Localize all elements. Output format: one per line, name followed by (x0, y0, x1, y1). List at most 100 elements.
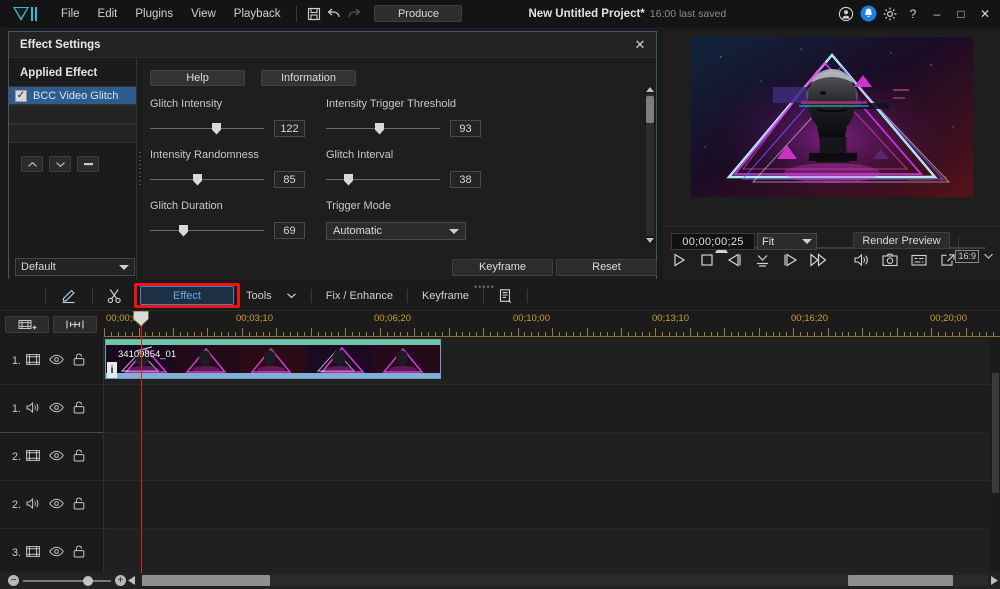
slider-knob[interactable] (212, 123, 221, 135)
fast-forward-icon[interactable] (810, 252, 827, 268)
marker-set-icon[interactable] (53, 316, 97, 333)
track-header-audio-1[interactable]: 1. (0, 385, 103, 433)
zoom-slider[interactable] (23, 580, 111, 582)
scroll-up-arrow-icon[interactable] (645, 85, 655, 94)
menu-file[interactable]: File (52, 4, 89, 24)
eye-icon[interactable] (49, 546, 64, 560)
stop-icon[interactable] (698, 252, 715, 268)
keyframe-button[interactable]: Keyframe (452, 259, 553, 276)
track-lane-video-2[interactable] (104, 433, 1000, 481)
next-frame-icon[interactable] (782, 252, 799, 268)
parameters-scrollbar[interactable] (645, 85, 655, 245)
track-header-audio-2[interactable]: 2. (0, 481, 103, 529)
render-preview-button[interactable]: Render Preview (853, 232, 950, 249)
eye-icon[interactable] (49, 354, 64, 368)
zoom-in-icon[interactable]: + (115, 575, 126, 586)
unlock-icon[interactable] (73, 497, 85, 513)
parameter-slider[interactable] (326, 124, 440, 134)
volume-icon[interactable] (852, 252, 869, 268)
parameter-slider[interactable] (150, 124, 264, 134)
eye-icon[interactable] (49, 450, 64, 464)
account-person-icon[interactable] (836, 4, 856, 24)
export-open-icon[interactable] (939, 252, 956, 268)
zoom-slider-knob[interactable] (83, 576, 93, 586)
scroll-down-arrow-icon[interactable] (645, 236, 655, 245)
track-header-video-3[interactable]: 3. (0, 529, 103, 577)
previous-frame-icon[interactable] (726, 252, 743, 268)
slider-knob[interactable] (179, 225, 188, 237)
pen-draw-icon[interactable] (54, 288, 84, 304)
zoom-out-icon[interactable]: − (8, 575, 19, 586)
preset-select[interactable]: Default (15, 258, 135, 276)
slider-knob[interactable] (344, 174, 353, 186)
maximize-icon[interactable]: □ (950, 0, 972, 27)
effect-enabled-checkbox[interactable]: ✓ (15, 90, 27, 102)
play-icon[interactable] (670, 252, 687, 268)
timeline-ruler[interactable]: 00;00;00 00;03;10 00;06;20 00;10;00 00;1… (104, 311, 1000, 337)
parameter-slider[interactable] (150, 175, 264, 185)
set-marker-icon[interactable] (754, 252, 771, 268)
track-header-video-1[interactable]: 1. (0, 337, 103, 385)
applied-effect-empty-row[interactable] (9, 124, 136, 143)
slider-knob[interactable] (193, 174, 202, 186)
snapshot-camera-icon[interactable] (881, 252, 898, 268)
menu-plugins[interactable]: Plugins (126, 4, 182, 24)
scroll-left-arrow-icon[interactable] (126, 575, 138, 586)
track-lane-video-1[interactable]: 34109854_01 i (104, 337, 1000, 385)
track-lane-audio-1[interactable] (104, 385, 1000, 433)
scrollbar-thumb-right[interactable] (848, 575, 953, 586)
gear-icon[interactable] (880, 4, 900, 24)
parameter-value[interactable]: 38 (450, 171, 481, 188)
effect-tab-button[interactable]: Effect (140, 286, 234, 305)
unlock-icon[interactable] (73, 401, 85, 417)
menu-edit[interactable]: Edit (89, 4, 127, 24)
add-track-icon[interactable] (5, 316, 49, 333)
video-clip[interactable]: 34109854_01 i (105, 339, 441, 379)
parameter-value[interactable]: 122 (274, 120, 305, 137)
chevron-down-icon[interactable] (49, 156, 71, 172)
produce-button[interactable]: Produce (374, 5, 462, 22)
undo-arrow-icon[interactable] (324, 4, 344, 24)
save-disk-icon[interactable] (304, 4, 324, 24)
track-header-video-2[interactable]: 2. (0, 433, 103, 481)
chevron-down-icon[interactable] (983, 247, 994, 265)
scrollbar-thumb[interactable] (646, 96, 654, 123)
parameter-slider[interactable] (150, 226, 264, 236)
help-question-icon[interactable]: ? (902, 0, 924, 27)
keyframe-tab[interactable]: Keyframe (416, 290, 475, 302)
scrollbar-thumb-left[interactable] (142, 575, 270, 586)
playhead-handle[interactable] (131, 310, 151, 328)
close-x-icon[interactable]: ✕ (974, 0, 996, 27)
track-lane-video-3[interactable] (104, 529, 1000, 577)
minimize-icon[interactable]: – (926, 0, 948, 27)
video-preview[interactable] (691, 37, 973, 197)
menu-view[interactable]: View (182, 4, 225, 24)
notes-list-icon[interactable] (492, 288, 519, 304)
track-lane-audio-2[interactable] (104, 481, 1000, 529)
eye-icon[interactable] (49, 498, 64, 512)
timecode-display[interactable]: 00;00;00;25 (671, 233, 755, 250)
timeline-vertical-scrollbar[interactable] (991, 337, 1000, 573)
timeline-horizontal-scrollbar[interactable] (142, 575, 988, 586)
tools-menu[interactable]: Tools (240, 290, 303, 302)
unlock-icon[interactable] (73, 353, 85, 369)
clip-info-badge[interactable]: i (107, 362, 117, 378)
eye-icon[interactable] (49, 402, 64, 416)
panel-drag-dots[interactable]: ••••• (474, 282, 495, 292)
unlock-icon[interactable] (73, 545, 85, 561)
scrollbar-thumb[interactable] (992, 373, 999, 493)
unlock-icon[interactable] (73, 449, 85, 465)
aspect-ratio-control[interactable]: 16:9 (955, 247, 994, 265)
help-button[interactable]: Help (150, 70, 245, 86)
reset-button[interactable]: Reset (556, 259, 657, 276)
parameter-value[interactable]: 85 (274, 171, 305, 188)
redo-arrow-icon[interactable] (344, 4, 364, 24)
subtitle-icon[interactable] (910, 252, 927, 268)
parameter-value[interactable]: 93 (450, 120, 481, 137)
trigger-mode-select[interactable]: Automatic (326, 222, 466, 240)
minus-icon[interactable] (77, 156, 99, 172)
parameter-slider[interactable] (326, 175, 440, 185)
scissors-icon[interactable] (101, 288, 128, 304)
chevron-up-icon[interactable] (21, 156, 43, 172)
parameter-value[interactable]: 69 (274, 222, 305, 239)
